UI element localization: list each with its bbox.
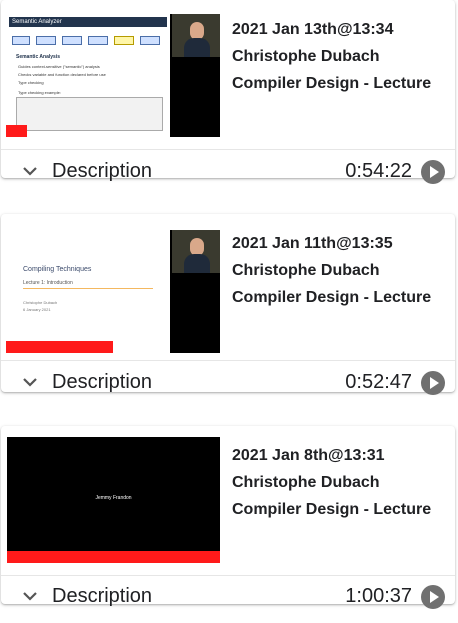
slide-heading: Semantic Analyzer bbox=[9, 17, 167, 27]
video-date: 2021 Jan 13th@13:34 bbox=[232, 21, 394, 38]
video-presenter: Christophe Dubach bbox=[232, 262, 380, 279]
slide-bullet: Type checking bbox=[18, 80, 44, 85]
slide-rule bbox=[23, 288, 153, 289]
play-circle-icon[interactable] bbox=[421, 371, 445, 395]
description-toggle[interactable]: Description bbox=[52, 371, 152, 394]
video-card-footer: Description 0:52:47 bbox=[1, 361, 455, 403]
chevron-down-icon[interactable] bbox=[20, 161, 40, 181]
slide-author: Christophe Dubach bbox=[23, 300, 58, 305]
slide-text: Type checking example: bbox=[18, 90, 61, 95]
video-duration: 0:54:22 bbox=[345, 160, 412, 182]
slide-bullet: Guides context-sensitive ("semantic") an… bbox=[18, 64, 100, 69]
video-meta: 2021 Jan 11th@13:35 Christophe Dubach Co… bbox=[232, 230, 454, 311]
diagram-box bbox=[12, 36, 30, 45]
video-card-footer: Description 0:54:22 bbox=[1, 150, 455, 192]
slide-preview: Semantic Analyzer Semantic Analysis Guid… bbox=[6, 14, 170, 137]
video-card: Semantic Analyzer Semantic Analysis Guid… bbox=[1, 0, 455, 184]
diagram-box bbox=[140, 36, 160, 45]
slide-title: Compiling Techniques bbox=[23, 266, 92, 273]
diagram-box bbox=[62, 36, 82, 45]
video-card-header: Jemmy Frandon 2021 Jan 8th@13:31 Christo… bbox=[1, 426, 455, 563]
video-meta: 2021 Jan 13th@13:34 Christophe Dubach Co… bbox=[232, 16, 454, 97]
video-thumbnail[interactable]: Compiling Techniques Lecture 1: Introduc… bbox=[6, 230, 220, 353]
video-duration: 1:00:37 bbox=[345, 585, 412, 607]
slide-preview: Compiling Techniques Lecture 1: Introduc… bbox=[6, 230, 170, 353]
video-caption: Jemmy Frandon bbox=[95, 495, 132, 501]
video-date: 2021 Jan 8th@13:31 bbox=[232, 447, 385, 464]
video-card-footer: Description 1:00:37 bbox=[1, 575, 455, 617]
watch-progress-bar bbox=[6, 341, 113, 353]
video-meta: 2021 Jan 8th@13:31 Christophe Dubach Com… bbox=[232, 442, 454, 523]
video-card: Compiling Techniques Lecture 1: Introduc… bbox=[1, 214, 455, 395]
presenter-body bbox=[184, 254, 210, 273]
code-block bbox=[16, 97, 163, 131]
video-thumbnail[interactable]: Jemmy Frandon bbox=[7, 437, 220, 563]
video-presenter: Christophe Dubach bbox=[232, 48, 380, 65]
watch-progress-bar bbox=[7, 551, 220, 563]
description-toggle[interactable]: Description bbox=[52, 160, 152, 183]
presenter-body bbox=[184, 38, 210, 57]
play-circle-icon[interactable] bbox=[421, 585, 445, 609]
video-duration: 0:52:47 bbox=[345, 371, 412, 393]
video-card: Jemmy Frandon 2021 Jan 8th@13:31 Christo… bbox=[1, 426, 455, 609]
webcam-overlay bbox=[172, 14, 220, 57]
video-date: 2021 Jan 11th@13:35 bbox=[232, 235, 393, 252]
webcam-overlay bbox=[172, 230, 220, 273]
video-card-header: Semantic Analyzer Semantic Analysis Guid… bbox=[1, 0, 455, 137]
video-card-header: Compiling Techniques Lecture 1: Introduc… bbox=[1, 214, 455, 353]
video-title: Compiler Design - Lecture bbox=[232, 75, 432, 92]
diagram-box bbox=[36, 36, 56, 45]
chevron-down-icon[interactable] bbox=[20, 586, 40, 606]
slide-subtitle: Lecture 1: Introduction bbox=[23, 280, 73, 286]
play-circle-icon[interactable] bbox=[421, 160, 445, 184]
watch-progress-bar bbox=[6, 125, 28, 137]
diagram-box bbox=[88, 36, 108, 45]
video-title: Compiler Design - Lecture bbox=[232, 289, 432, 306]
slide-section: Semantic Analysis bbox=[16, 54, 61, 60]
slide-date: 6 January 2021 bbox=[23, 307, 51, 312]
video-presenter: Christophe Dubach bbox=[232, 474, 380, 491]
chevron-down-icon[interactable] bbox=[20, 372, 40, 392]
description-toggle[interactable]: Description bbox=[52, 585, 152, 608]
video-thumbnail[interactable]: Semantic Analyzer Semantic Analysis Guid… bbox=[6, 14, 220, 137]
video-title: Compiler Design - Lecture bbox=[232, 501, 432, 518]
slide-bullet: Checks variable and function declared be… bbox=[18, 72, 106, 77]
diagram-box bbox=[114, 36, 134, 45]
